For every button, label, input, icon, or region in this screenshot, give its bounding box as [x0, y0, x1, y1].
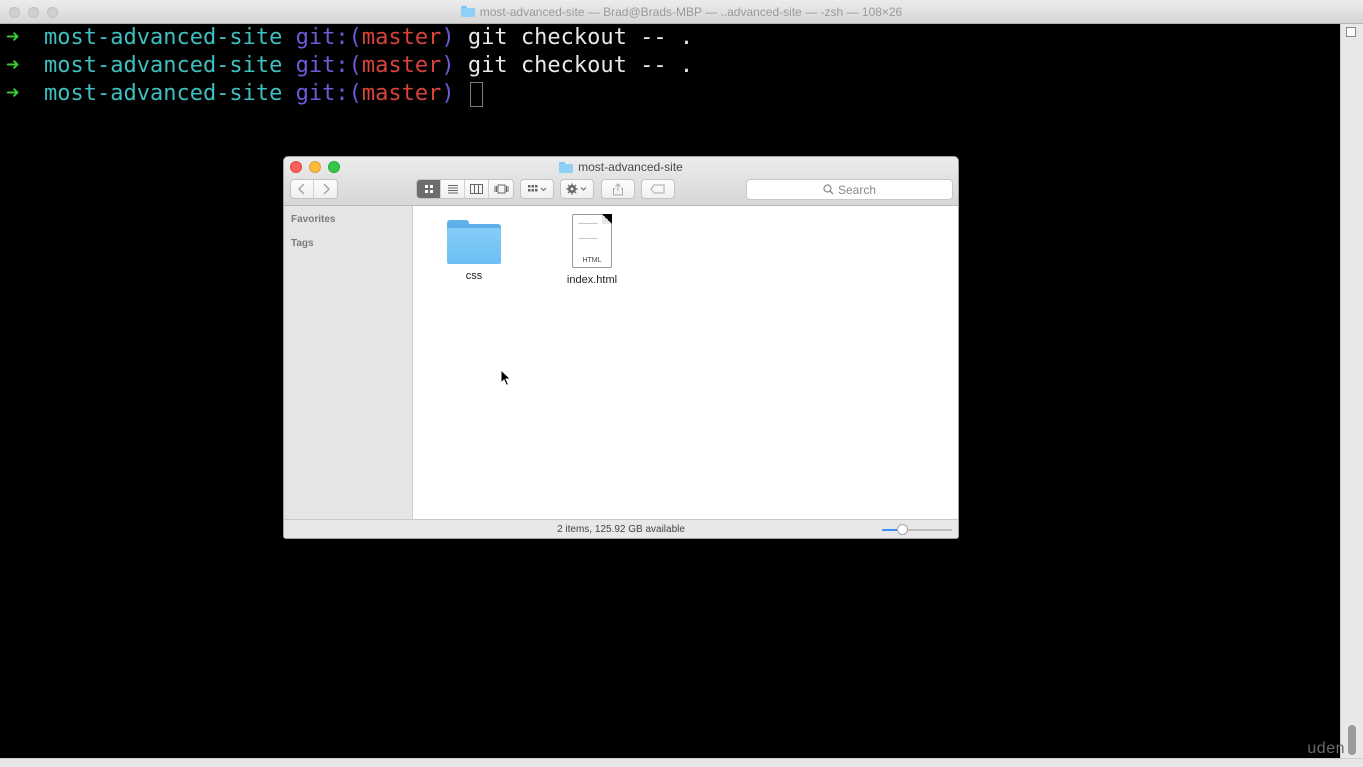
- share-icon: [613, 182, 623, 195]
- slider-knob[interactable]: [896, 524, 908, 535]
- terminal-title: most-advanced-site — Brad@Brads-MBP — ..…: [460, 4, 903, 19]
- terminal-cursor: [469, 81, 483, 107]
- terminal-minimize-button[interactable]: [28, 7, 39, 18]
- terminal-line: ➜ most-advanced-site git:(master) git ch…: [4, 24, 1340, 52]
- watermark: uden: [1307, 740, 1345, 757]
- finder-window: most-advanced-site Search Favorites Tags…: [283, 156, 959, 539]
- icon-view-button[interactable]: [417, 180, 441, 198]
- terminal-line: ➜ most-advanced-site git:(master) git ch…: [4, 52, 1340, 80]
- columns-icon: [470, 184, 483, 194]
- split-pane-icon[interactable]: [1346, 27, 1356, 37]
- search-placeholder: Search: [837, 182, 877, 197]
- list-icon: [447, 185, 458, 194]
- grid-icon: [424, 185, 433, 193]
- folder-icon: [559, 161, 574, 173]
- file-type-badge: HTML: [582, 257, 602, 264]
- status-text: 2 items, 125.92 GB available: [557, 524, 685, 535]
- terminal-bottom-bar: [0, 758, 1363, 767]
- prompt-arrow-icon: ➜: [6, 81, 20, 106]
- folder-icon: [460, 6, 475, 17]
- icon-size-slider[interactable]: [882, 524, 952, 535]
- tag-icon: [650, 184, 665, 194]
- prompt-git-close: ): [441, 53, 455, 78]
- gear-icon: [566, 183, 587, 195]
- share-button[interactable]: [601, 179, 635, 199]
- terminal-window-controls: [9, 7, 58, 18]
- prompt-git-close: ): [441, 25, 455, 50]
- search-field[interactable]: Search: [746, 179, 953, 200]
- finder-title: most-advanced-site: [284, 160, 958, 174]
- search-icon: [823, 184, 834, 195]
- file-item-css[interactable]: css: [434, 220, 514, 282]
- prompt-branch: master: [361, 53, 442, 78]
- prompt-branch: master: [361, 81, 442, 106]
- forward-button[interactable]: [314, 180, 337, 198]
- finder-statusbar: 2 items, 125.92 GB available: [284, 519, 958, 538]
- terminal-command: git checkout -- .: [467, 53, 694, 78]
- terminal-scroll-thumb[interactable]: [1348, 725, 1356, 755]
- prompt-arrow-icon: ➜: [6, 25, 20, 50]
- terminal-scrollbar[interactable]: [1340, 24, 1363, 767]
- arrange-icon: [528, 185, 547, 192]
- finder-title-text: most-advanced-site: [578, 160, 683, 174]
- gallery-view-button[interactable]: [489, 180, 513, 198]
- terminal-zoom-button[interactable]: [47, 7, 58, 18]
- terminal-line: ➜ most-advanced-site git:(master): [4, 80, 1340, 108]
- prompt-directory: most-advanced-site: [44, 25, 283, 50]
- terminal-command: git checkout -- .: [467, 25, 694, 50]
- arrange-button[interactable]: [520, 179, 554, 199]
- terminal-close-button[interactable]: [9, 7, 20, 18]
- file-item-label: index.html: [566, 274, 618, 286]
- prompt-git: git:(: [295, 53, 362, 78]
- back-button[interactable]: [291, 180, 314, 198]
- finder-toolbar: most-advanced-site Search: [284, 157, 958, 206]
- sidebar-heading-favorites[interactable]: Favorites: [284, 214, 335, 226]
- prompt-git-close: ): [441, 81, 455, 106]
- action-button[interactable]: [560, 179, 594, 199]
- terminal-titlebar: most-advanced-site — Brad@Brads-MBP — ..…: [0, 0, 1363, 24]
- list-view-button[interactable]: [441, 180, 465, 198]
- prompt-directory: most-advanced-site: [44, 53, 283, 78]
- mouse-pointer-icon: [500, 369, 512, 387]
- terminal-title-text: most-advanced-site — Brad@Brads-MBP — ..…: [479, 4, 903, 19]
- finder-sidebar: Favorites Tags: [284, 206, 413, 519]
- prompt-git: git:(: [295, 81, 362, 106]
- tags-button[interactable]: [641, 179, 675, 199]
- finder-content[interactable]: css HTML index.html: [414, 206, 958, 519]
- sidebar-heading-tags[interactable]: Tags: [284, 238, 314, 250]
- prompt-arrow-icon: ➜: [6, 53, 20, 78]
- file-item-label: css: [465, 270, 483, 282]
- html-file-icon: HTML: [572, 214, 612, 268]
- column-view-button[interactable]: [465, 180, 489, 198]
- chevron-left-icon: [298, 183, 305, 195]
- prompt-branch: master: [361, 25, 442, 50]
- nav-buttons: [290, 179, 338, 199]
- gallery-icon: [494, 184, 508, 194]
- chevron-right-icon: [323, 183, 330, 195]
- prompt-git: git:(: [295, 25, 362, 50]
- prompt-directory: most-advanced-site: [44, 81, 283, 106]
- folder-icon: [447, 220, 501, 264]
- view-mode-control: [416, 179, 514, 199]
- file-item-index-html[interactable]: HTML index.html: [552, 214, 632, 286]
